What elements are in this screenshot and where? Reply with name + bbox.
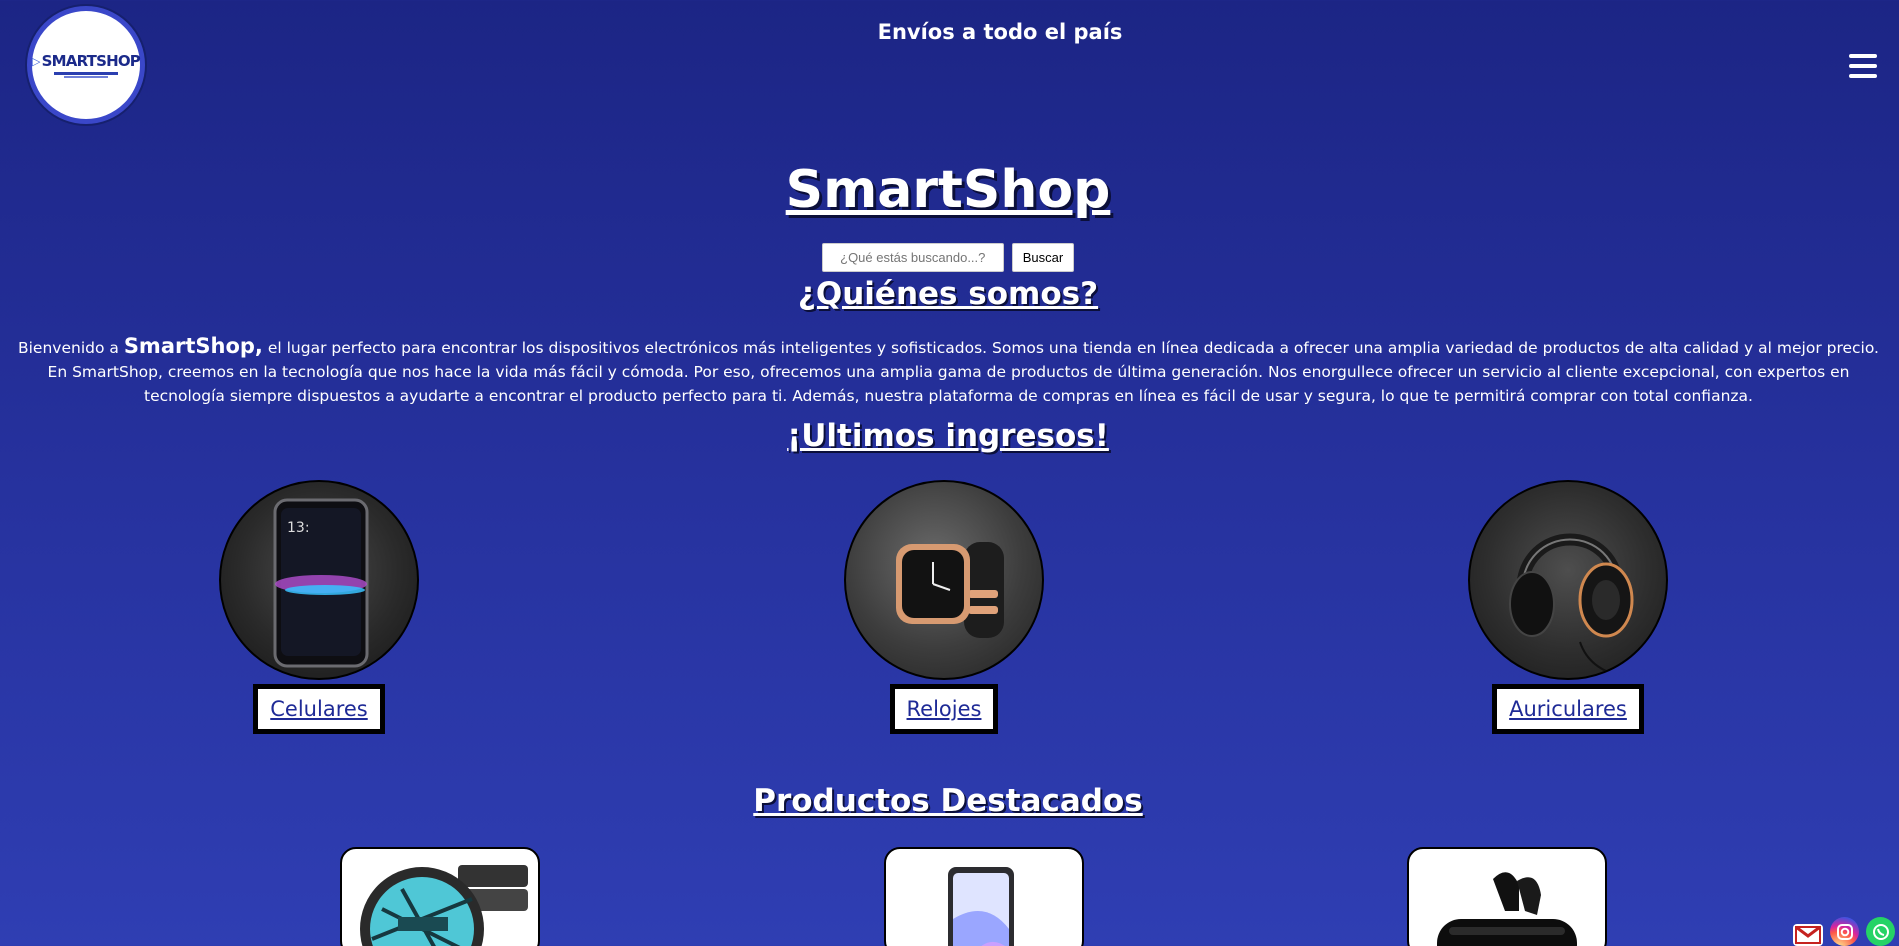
featured-product-smartwatch[interactable] [340,847,540,946]
logo-underline-secondary [64,76,108,78]
gmail-icon[interactable] [1793,924,1823,946]
category-relojes: Relojes [844,480,1044,734]
shipping-banner: Envíos a todo el país [877,20,1123,44]
site-logo[interactable]: ▷ SMARTSHOP [27,6,145,124]
svg-text:13:: 13: [287,520,310,536]
about-body: el lugar perfecto para encontrar los dis… [47,339,1879,405]
earbuds-product-image [1437,872,1577,946]
smartphone-image[interactable]: 13: [219,480,419,680]
hamburger-menu-icon[interactable] [1849,54,1877,78]
about-brand: SmartShop, [123,334,263,358]
about-text: Bienvenido a SmartShop, el lugar perfect… [10,334,1887,408]
search-input[interactable] [821,243,1004,272]
smartphone-product-image [948,867,1014,946]
category-auriculares: Auriculares [1468,480,1668,734]
whatsapp-icon[interactable] [1866,917,1895,946]
featured-product-earbuds[interactable] [1407,847,1607,946]
search-bar: Buscar [0,243,1896,272]
about-intro: Bienvenido a [17,339,124,357]
logo-wordmark: ▷ SMARTSHOP [31,52,141,70]
search-button[interactable]: Buscar [1011,243,1075,272]
category-link-relojes[interactable]: Relojes [889,684,999,734]
latest-heading: ¡Ultimos ingresos! [787,418,1109,454]
instagram-icon[interactable] [1830,917,1859,946]
smartwatch-product-image [360,865,528,946]
logo-underline [54,72,118,75]
category-celulares: 13: Celulares [219,480,419,734]
play-triangle-icon: ▷ [31,54,40,68]
featured-product-smartphone[interactable] [884,847,1084,946]
page-title: SmartShop [785,160,1111,220]
featured-heading: Productos Destacados [753,783,1143,819]
logo-text: SMARTSHOP [41,52,141,70]
smartwatch-image[interactable] [844,480,1044,680]
social-links [1793,917,1899,946]
category-link-celulares[interactable]: Celulares [253,684,385,734]
about-heading: ¿Quiénes somos? [797,276,1099,312]
category-link-auriculares[interactable]: Auriculares [1492,684,1644,734]
headphones-image[interactable] [1468,480,1668,680]
